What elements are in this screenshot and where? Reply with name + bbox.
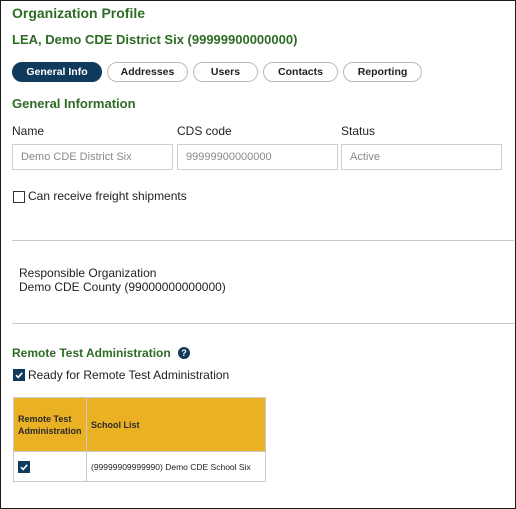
remote-test-heading: Remote Test Administration [12,346,171,360]
table-header-row: Remote Test Administration School List [13,397,266,452]
question-circle-icon[interactable]: ? [178,347,190,359]
cds-code-field[interactable]: 99999900000000 [177,144,338,170]
divider [12,240,514,241]
freight-checkbox[interactable] [13,191,25,203]
profile-tabs: General Info Addresses Users Contacts Re… [12,62,422,82]
table-cell-checkbox [13,451,87,482]
school-list-column-header: School List [86,397,266,452]
responsible-org-label: Responsible Organization [19,266,157,280]
status-field[interactable]: Active [341,144,502,170]
responsible-org-value: Demo CDE County (99000000000000) [19,280,226,294]
table-row: (99999909999990) Demo CDE School Six [13,451,266,482]
freight-checkbox-label: Can receive freight shipments [28,189,187,203]
remote-ready-checkbox[interactable] [13,369,25,381]
name-field[interactable]: Demo CDE District Six [12,144,173,170]
remote-test-table: Remote Test Administration School List (… [13,397,266,482]
tab-addresses[interactable]: Addresses [107,62,188,82]
checkmark-icon [20,463,28,471]
page-title: Organization Profile [12,5,146,21]
tab-general-info[interactable]: General Info [12,62,102,82]
remote-ready-label: Ready for Remote Test Administration [28,368,230,382]
school-list-cell: (99999909999990) Demo CDE School Six [86,451,266,482]
status-label: Status [341,124,376,138]
name-label: Name [12,124,45,138]
divider [12,323,514,324]
organization-name: LEA, Demo CDE District Six (999999000000… [12,32,298,47]
tab-users[interactable]: Users [193,62,258,82]
cds-code-label: CDS code [177,124,232,138]
tab-contacts[interactable]: Contacts [263,62,338,82]
tab-reporting[interactable]: Reporting [343,62,422,82]
remote-test-column-header: Remote Test Administration [13,397,87,452]
checkmark-icon [15,372,23,379]
general-information-heading: General Information [12,96,136,111]
school-remote-checkbox[interactable] [18,460,30,473]
